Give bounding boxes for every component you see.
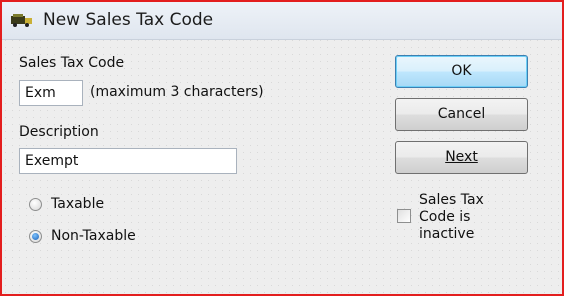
sales-tax-code-label: Sales Tax Code [19,55,125,71]
radio-selected-dot [32,233,39,240]
new-sales-tax-code-window: New Sales Tax Code Sales Tax Code Exm (m… [0,0,564,296]
cancel-button[interactable]: Cancel [395,98,528,131]
code-length-hint: (maximum 3 characters) [90,84,264,100]
description-label: Description [19,124,99,140]
sales-tax-code-icon [11,13,33,27]
taxable-label: Taxable [51,196,105,212]
description-input[interactable]: Exempt [19,148,237,174]
sales-tax-code-input[interactable]: Exm [19,80,83,106]
inactive-checkbox[interactable] [397,209,411,223]
next-button[interactable]: Next [395,141,528,174]
ok-button[interactable]: OK [395,55,528,88]
inactive-label: Sales Tax Code is inactive [419,192,499,243]
non-taxable-radio[interactable] [29,230,42,243]
inactive-label-line3: inactive [419,226,475,242]
next-button-label: Next [445,149,478,165]
inactive-label-line1: Sales Tax [419,192,484,208]
non-taxable-label: Non-Taxable [51,228,136,244]
inactive-label-line2: Code is [419,209,471,225]
window-title: New Sales Tax Code [43,10,214,30]
title-bar[interactable]: New Sales Tax Code [2,2,562,40]
taxable-radio[interactable] [29,198,42,211]
